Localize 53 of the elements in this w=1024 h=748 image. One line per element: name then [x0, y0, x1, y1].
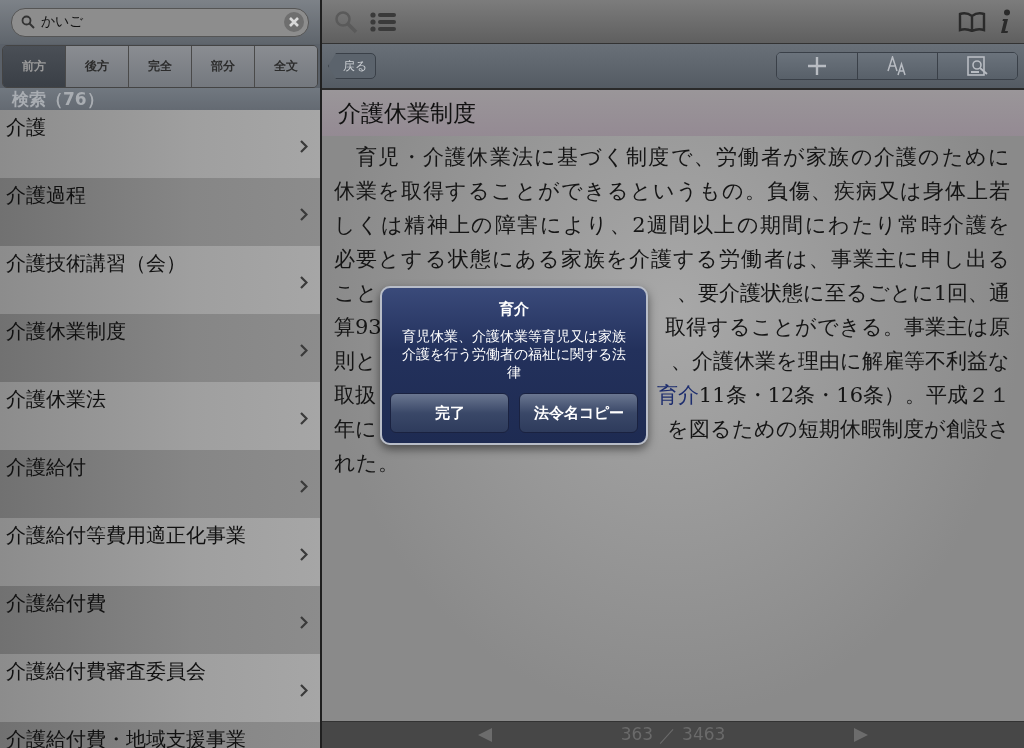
next-icon[interactable] — [853, 727, 869, 743]
text-line: 育児・介護休業法に基づく制度で、労働者が家族の介護のために — [355, 144, 1010, 171]
text-line: れた。 — [334, 450, 400, 477]
text-fragment: 、介護休業を理由に解雇等不利益な — [671, 348, 1010, 375]
page-separator: ／ — [659, 723, 677, 747]
text-line: 休業を取得することができるというもの。負傷、疾病又は身体上若 — [334, 178, 1010, 205]
dialog-button[interactable]: 完了 — [390, 393, 509, 433]
search-value: かいご — [41, 13, 84, 31]
search-page-button[interactable] — [937, 53, 1017, 79]
text-fragment: を図るための短期休暇制度が創設さ — [667, 416, 1010, 443]
info-icon[interactable] — [998, 8, 1012, 35]
previous-icon[interactable] — [477, 727, 493, 743]
text-fragment: 取扱 — [334, 382, 376, 409]
search-icon — [21, 15, 35, 29]
search-field[interactable]: かいご — [11, 7, 309, 37]
text-line: 必要とする状態にある家族を介護する労働者は、事業主に申し出る — [334, 246, 1010, 273]
list-icon[interactable] — [370, 11, 396, 32]
dialog-message: 育児休業、介護休業等育児又は家族介護を行う労働者の福祉に関する法律 — [401, 327, 627, 381]
text-line: しくは精神上の障害により、2週間以上の期間にわたり常時介護を — [334, 212, 1010, 239]
dialog-button[interactable]: 法令名コピー — [519, 393, 638, 433]
chevron-icon — [300, 412, 308, 425]
dialog-title: 育介 — [498, 300, 530, 319]
scope-tab[interactable]: 全文 — [254, 46, 317, 87]
text-fragment: 則と — [334, 348, 377, 375]
chevron-icon — [300, 140, 308, 153]
scope-tab[interactable]: 部分 — [191, 46, 254, 87]
chevron-icon — [300, 276, 308, 289]
text-fragment: 11条・12条・16条）。平成２１ — [698, 382, 1010, 409]
scope-tab[interactable]: 後方 — [65, 46, 128, 87]
book-icon[interactable] — [958, 11, 986, 32]
chevron-icon — [300, 480, 308, 493]
text-fragment: 算93 — [334, 314, 382, 341]
text-fragment: 、要介護状態に至るごとに1回、通 — [676, 280, 1010, 307]
chevron-icon — [300, 208, 308, 221]
chevron-icon — [300, 616, 308, 629]
text-fragment: こと — [334, 280, 378, 307]
text-fragment: 取得することができる。事業主は原 — [665, 314, 1010, 341]
magnifier-page-icon — [966, 56, 989, 76]
entry-title: 介護休業制度 — [338, 98, 476, 128]
chevron-icon — [300, 344, 308, 357]
clear-icon[interactable] — [284, 12, 304, 32]
law-link[interactable]: 育介 — [656, 378, 699, 412]
plus-icon — [807, 56, 827, 76]
font-size-icon — [886, 56, 909, 76]
chevron-icon — [300, 684, 308, 697]
scope-tab[interactable]: 完全 — [128, 46, 191, 87]
add-button[interactable] — [777, 53, 857, 79]
scope-tab[interactable]: 前方 — [3, 46, 65, 87]
text-fragment: 年に — [334, 416, 377, 443]
results-header: 検索（76） — [0, 88, 320, 110]
font-size-button[interactable] — [857, 53, 937, 79]
back-button[interactable]: 戻る — [328, 53, 376, 79]
chevron-icon — [300, 548, 308, 561]
